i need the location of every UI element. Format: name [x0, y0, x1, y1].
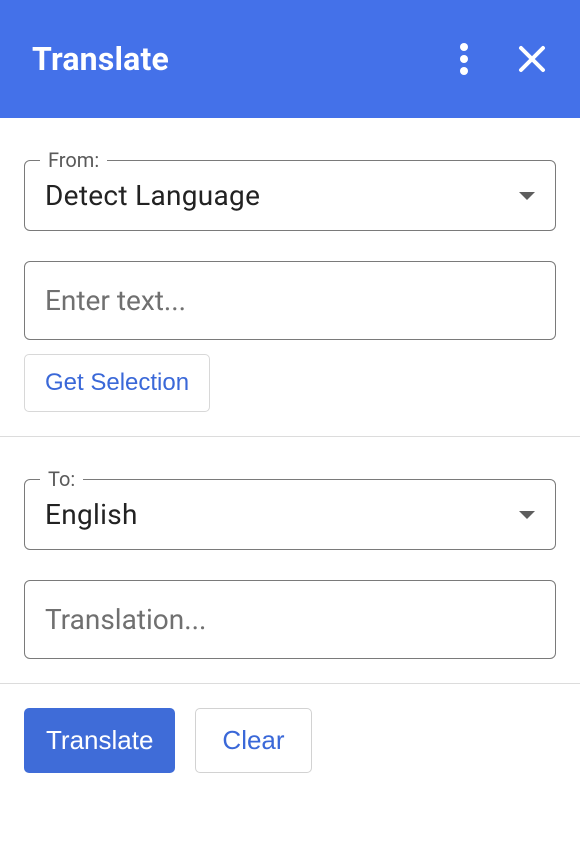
to-section: To: English: [0, 437, 580, 683]
content: From: Detect Language Get Selection To: …: [0, 118, 580, 797]
to-label: To:: [40, 467, 83, 491]
from-language-value: Detect Language: [45, 179, 260, 212]
action-row: Translate Clear: [0, 684, 580, 797]
header: Translate: [0, 0, 580, 118]
to-language-select[interactable]: English: [24, 479, 556, 550]
chevron-down-icon: [519, 192, 535, 200]
from-label: From:: [40, 148, 107, 172]
from-select-wrap: From: Detect Language: [24, 160, 556, 231]
to-language-value: English: [45, 498, 138, 531]
more-options-icon[interactable]: [444, 39, 484, 79]
chevron-down-icon: [519, 511, 535, 519]
to-select-wrap: To: English: [24, 479, 556, 550]
close-icon[interactable]: [512, 39, 552, 79]
source-text-input[interactable]: [24, 261, 556, 340]
get-selection-button[interactable]: Get Selection: [24, 354, 210, 412]
clear-button[interactable]: Clear: [195, 708, 311, 773]
header-actions: [444, 39, 552, 79]
translate-button[interactable]: Translate: [24, 708, 175, 773]
page-title: Translate: [32, 40, 169, 78]
from-section: From: Detect Language Get Selection: [0, 118, 580, 436]
translation-output[interactable]: [24, 580, 556, 659]
